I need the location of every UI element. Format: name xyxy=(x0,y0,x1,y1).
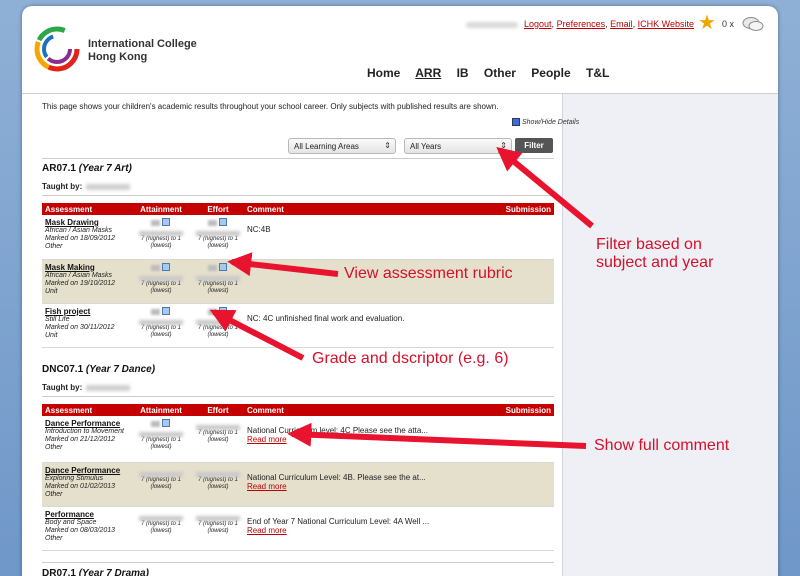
read-more-link[interactable]: Read more xyxy=(247,482,491,491)
main-nav: Home ARR IB Other People T&L xyxy=(367,66,621,80)
select-arrows-icon: ⇕ xyxy=(384,141,391,150)
website-link[interactable]: ICHK Website xyxy=(638,19,694,29)
teacher-name-redacted xyxy=(86,183,131,190)
callout-grade: Grade and dscriptor (e.g. 6) xyxy=(312,350,509,367)
divider xyxy=(42,562,554,563)
school-logo xyxy=(34,26,80,72)
chat-icon[interactable] xyxy=(742,16,764,32)
read-more-link[interactable]: Read more xyxy=(247,435,491,444)
filter-button[interactable]: Filter xyxy=(515,138,553,153)
nav-other[interactable]: Other xyxy=(484,66,516,80)
select-arrows-icon: ⇕ xyxy=(500,141,507,150)
app-window: International College Hong Kong Logout, … xyxy=(22,6,778,576)
comment-cell: End of Year 7 National Curriculum Level:… xyxy=(244,506,494,551)
comment-cell: National Curriculum Level: 4B. Please se… xyxy=(244,462,494,507)
assessment-link[interactable]: Dance Performance xyxy=(45,466,127,475)
table-header: Assessment Attainment Effort Comment Sub… xyxy=(42,203,554,215)
assessment-link[interactable]: Mask Making xyxy=(45,263,127,272)
top-links: Logout, Preferences, Email, ICHK Website xyxy=(465,19,694,29)
rubric-icon[interactable] xyxy=(162,262,170,271)
comment-cell: NC:4B xyxy=(244,215,494,260)
show-hide-toggle[interactable]: Show/Hide Details xyxy=(512,118,579,126)
section-title: DNC07.1 (Year 7 Dance) xyxy=(42,364,156,375)
table-header: Assessment Attainment Effort Comment Sub… xyxy=(42,404,554,416)
divider xyxy=(42,195,554,196)
assessment-link[interactable]: Performance xyxy=(45,510,127,519)
learning-area-select[interactable]: All Learning Areas ⇕ xyxy=(288,138,396,154)
divider xyxy=(42,158,554,159)
callout-comment: Show full comment xyxy=(594,437,730,454)
year-select[interactable]: All Years ⇕ xyxy=(404,138,512,154)
star-count: 0 x xyxy=(722,19,735,29)
nav-people[interactable]: People xyxy=(531,66,570,80)
intro-text: This page shows your children's academic… xyxy=(42,102,499,111)
star-area: ★ 0 x xyxy=(696,13,766,35)
rubric-icon[interactable] xyxy=(162,306,170,315)
callout-rubric: View assessment rubric xyxy=(344,265,513,282)
rubric-icon[interactable] xyxy=(162,419,170,427)
comment-cell: National Curriculum level: 4C Please see… xyxy=(244,416,494,463)
rubric-icon[interactable] xyxy=(162,218,170,226)
assessment-link[interactable]: Mask Drawing xyxy=(45,218,127,227)
assessment-link[interactable]: Fish project xyxy=(45,307,127,316)
nav-arr[interactable]: ARR xyxy=(415,66,441,80)
callout-filter: Filter based on subject and year xyxy=(596,236,714,271)
star-icon[interactable]: ★ xyxy=(698,13,716,33)
taught-by: Taught by: xyxy=(42,383,131,392)
rubric-icon[interactable] xyxy=(219,218,227,226)
school-name: International College Hong Kong xyxy=(88,38,197,63)
nav-home[interactable]: Home xyxy=(367,66,400,80)
checkbox-icon[interactable] xyxy=(512,118,520,126)
nav-tl[interactable]: T&L xyxy=(586,66,609,80)
preferences-link[interactable]: Preferences xyxy=(557,19,606,29)
read-more-link[interactable]: Read more xyxy=(247,526,491,535)
logout-link[interactable]: Logout xyxy=(524,19,552,29)
divider xyxy=(42,396,554,397)
assessment-table: Assessment Attainment Effort Comment Sub… xyxy=(42,404,554,551)
table-row: Dance Performance Exploring Stimulus Marke… xyxy=(42,462,554,507)
table-row: Dance Performance Introduction to Movemen… xyxy=(42,416,554,463)
table-row: Performance Body and Space Marked on 08/03… xyxy=(42,506,554,551)
section-title: AR07.1 (Year 7 Art) xyxy=(42,163,132,174)
section-title: DR07.1 (Year 7 Drama) xyxy=(42,568,149,576)
table-row: Fish project Still Life Marked on 30/11/20… xyxy=(42,303,554,348)
user-name-redacted xyxy=(465,21,518,28)
comment-cell: NC: 4C unfinished final work and evaluat… xyxy=(244,303,494,348)
main-content: This page shows your children's academic… xyxy=(32,94,579,576)
rubric-icon[interactable] xyxy=(219,306,227,315)
rubric-icon[interactable] xyxy=(219,262,227,271)
assessment-link[interactable]: Dance Performance xyxy=(45,419,127,428)
teacher-name-redacted xyxy=(86,384,131,391)
email-link[interactable]: Email xyxy=(610,19,633,29)
table-row: Mask Drawing African / Asian Masks Marked … xyxy=(42,215,554,260)
taught-by: Taught by: xyxy=(42,182,131,191)
header: International College Hong Kong Logout, … xyxy=(22,6,778,94)
sidebar xyxy=(562,94,778,576)
nav-ib[interactable]: IB xyxy=(457,66,469,80)
